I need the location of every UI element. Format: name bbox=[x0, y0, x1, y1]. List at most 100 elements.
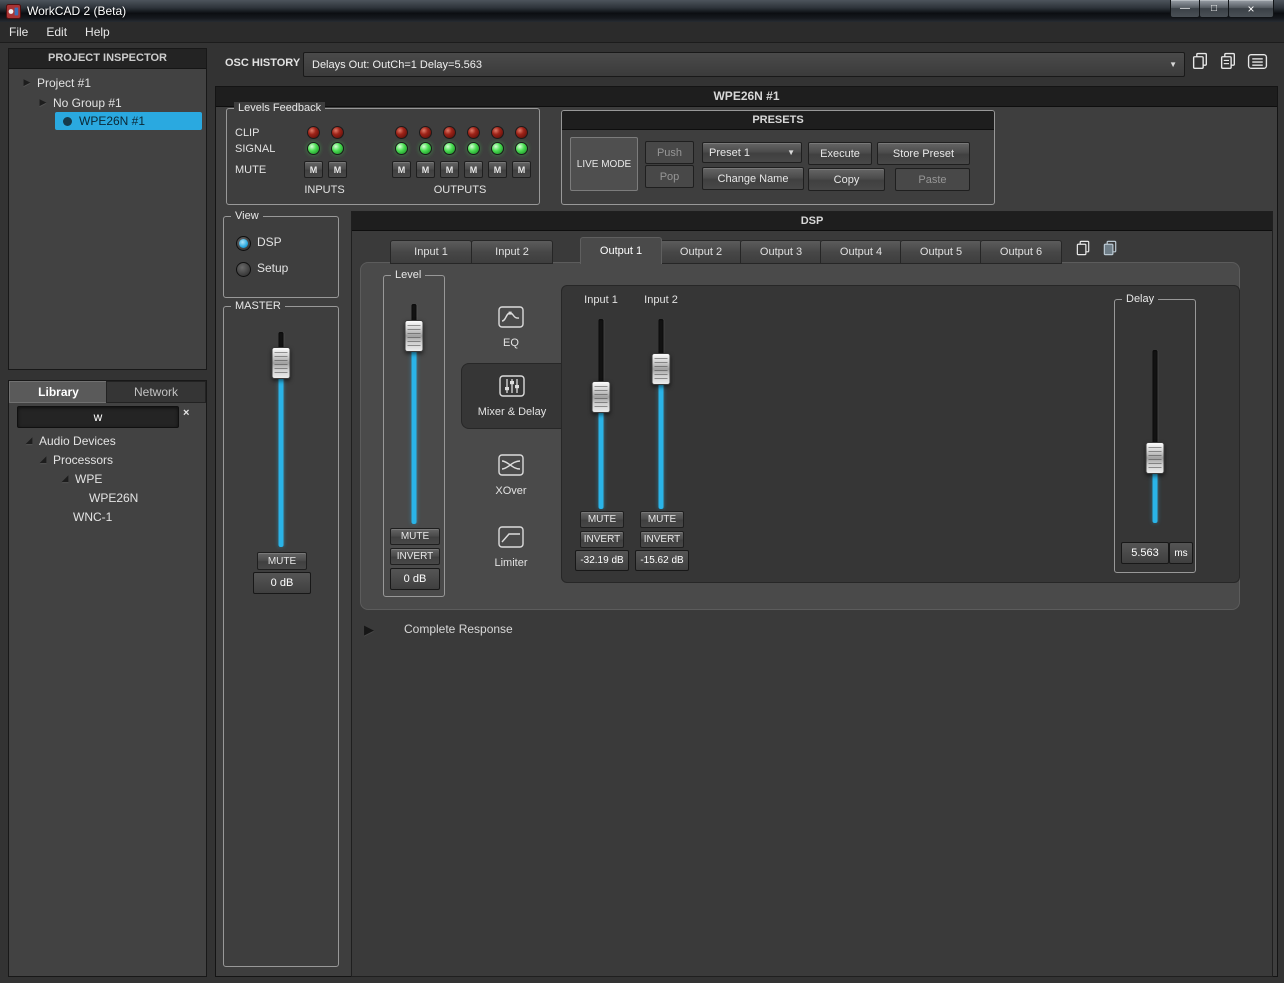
push-button[interactable]: Push bbox=[645, 141, 694, 164]
preset-select[interactable]: Preset 1 ▼ bbox=[702, 142, 802, 163]
tree-item-project[interactable]: ▶ Project #1 bbox=[9, 73, 206, 92]
fader-thumb[interactable] bbox=[405, 320, 424, 352]
tree-item-device-selected[interactable]: WPE26N #1 bbox=[55, 112, 202, 130]
mixer-input1-fader[interactable] bbox=[591, 319, 611, 509]
inputs-label: INPUTS bbox=[277, 184, 372, 197]
expander-collapsed-icon[interactable]: ▶ bbox=[364, 622, 374, 638]
output-mute-m-button[interactable]: M bbox=[416, 161, 435, 178]
menu-file[interactable]: File bbox=[0, 22, 37, 42]
tab-output-6[interactable]: Output 6 bbox=[980, 240, 1062, 264]
radio-setup-label[interactable]: Setup bbox=[257, 262, 288, 275]
fader-thumb[interactable] bbox=[592, 381, 611, 413]
minimize-button[interactable]: — bbox=[1170, 0, 1200, 18]
search-clear-icon[interactable]: × bbox=[183, 407, 189, 419]
library-search-input[interactable] bbox=[17, 406, 179, 428]
level-legend: Level bbox=[391, 269, 425, 282]
mixer-input2-fader[interactable] bbox=[651, 319, 671, 509]
execute-button[interactable]: Execute bbox=[808, 142, 872, 165]
delay-fader[interactable] bbox=[1145, 350, 1165, 523]
tree-collapsed-icon[interactable]: ▶ bbox=[21, 77, 33, 88]
maximize-icon: □ bbox=[1211, 3, 1217, 14]
history-menu-button[interactable] bbox=[1244, 53, 1270, 75]
tab-output-1[interactable]: Output 1 bbox=[580, 237, 662, 264]
store-preset-button[interactable]: Store Preset bbox=[877, 142, 970, 165]
level-invert-button[interactable]: INVERT bbox=[390, 548, 440, 565]
output-mute-m-button[interactable]: M bbox=[440, 161, 459, 178]
maximize-button[interactable]: □ bbox=[1199, 0, 1229, 18]
close-button[interactable]: × bbox=[1228, 0, 1274, 18]
sidetab-mixer-delay[interactable]: Mixer & Delay bbox=[461, 363, 562, 429]
library-panel: Library Network × ◢ Audio Devices ◢ Proc… bbox=[8, 380, 207, 977]
pop-button[interactable]: Pop bbox=[645, 165, 694, 188]
level-mute-button[interactable]: MUTE bbox=[390, 528, 440, 545]
presets-group: PRESETS LIVE MODE Push Pop Preset 1 ▼ Ex… bbox=[561, 110, 995, 205]
fader-thumb[interactable] bbox=[652, 353, 671, 385]
output-signal-led bbox=[419, 142, 432, 155]
tree-expanded-icon[interactable]: ◢ bbox=[37, 454, 49, 465]
sidetab-eq[interactable]: EQ bbox=[461, 291, 561, 363]
tree-item-wnc1[interactable]: WNC-1 bbox=[9, 507, 206, 526]
mixer-input2-mute-button[interactable]: MUTE bbox=[640, 511, 684, 528]
title-bar: WorkCAD 2 (Beta) — □ × bbox=[0, 0, 1284, 22]
chevron-down-icon: ▼ bbox=[787, 148, 795, 157]
radio-dsp-label[interactable]: DSP bbox=[257, 236, 282, 249]
tab-network[interactable]: Network bbox=[106, 381, 206, 403]
tree-item-label: WPE26N #1 bbox=[79, 114, 145, 128]
mixer-input1-gain-value: -32.19 dB bbox=[575, 550, 629, 571]
sidetab-xover[interactable]: XOver bbox=[461, 441, 561, 509]
copy-list-button[interactable] bbox=[1216, 53, 1240, 75]
project-inspector-title: PROJECT INSPECTOR bbox=[9, 49, 206, 69]
master-fader[interactable] bbox=[271, 332, 291, 547]
output-mute-m-button[interactable]: M bbox=[392, 161, 411, 178]
tree-item-wpe26n[interactable]: WPE26N bbox=[9, 488, 206, 507]
tab-output-2[interactable]: Output 2 bbox=[660, 240, 742, 264]
copy-preset-button[interactable]: Copy bbox=[808, 168, 885, 191]
output-level-fader[interactable] bbox=[404, 304, 424, 524]
output-mute-m-button[interactable]: M bbox=[512, 161, 531, 178]
output-mute-m-button[interactable]: M bbox=[488, 161, 507, 178]
level-group: Level MUTE INVERT 0 dB bbox=[383, 275, 445, 597]
paste-channel-button[interactable] bbox=[1099, 241, 1121, 261]
complete-response-label[interactable]: Complete Response bbox=[404, 623, 513, 636]
mixer-input1-mute-button[interactable]: MUTE bbox=[580, 511, 624, 528]
paste-preset-button[interactable]: Paste bbox=[895, 168, 970, 191]
mixer-input2-invert-button[interactable]: INVERT bbox=[640, 531, 684, 548]
tab-input-1[interactable]: Input 1 bbox=[390, 240, 472, 264]
delay-value: 5.563 bbox=[1121, 542, 1169, 564]
radio-dsp[interactable] bbox=[236, 236, 251, 251]
tree-item-audio-devices[interactable]: ◢ Audio Devices bbox=[9, 431, 206, 450]
master-legend: MASTER bbox=[231, 300, 285, 313]
sidetab-limiter[interactable]: Limiter bbox=[461, 513, 561, 581]
mixer-input1-invert-button[interactable]: INVERT bbox=[580, 531, 624, 548]
tab-output-3[interactable]: Output 3 bbox=[740, 240, 822, 264]
menu-help[interactable]: Help bbox=[76, 22, 119, 42]
live-mode-button[interactable]: LIVE MODE bbox=[570, 137, 638, 191]
copy-history-button[interactable] bbox=[1188, 53, 1212, 75]
input-mute-m-button[interactable]: M bbox=[328, 161, 347, 178]
tree-item-label: WPE bbox=[75, 472, 102, 486]
master-mute-button[interactable]: MUTE bbox=[257, 552, 307, 570]
copy-channel-button[interactable] bbox=[1072, 241, 1094, 261]
tab-library[interactable]: Library bbox=[9, 381, 108, 403]
tab-input-2[interactable]: Input 2 bbox=[471, 240, 553, 264]
tree-collapsed-icon[interactable]: ▶ bbox=[37, 97, 49, 108]
fader-fill bbox=[659, 383, 664, 509]
tab-output-5[interactable]: Output 5 bbox=[900, 240, 982, 264]
tab-output-4[interactable]: Output 4 bbox=[820, 240, 902, 264]
tree-expanded-icon[interactable]: ◢ bbox=[59, 473, 71, 484]
radio-setup[interactable] bbox=[236, 262, 251, 277]
levels-feedback-group: Levels Feedback CLIP SIGNAL MUTE M M bbox=[226, 108, 540, 205]
tree-item-group[interactable]: ▶ No Group #1 bbox=[9, 93, 206, 112]
tree-item-processors[interactable]: ◢ Processors bbox=[9, 450, 206, 469]
tree-item-wpe[interactable]: ◢ WPE bbox=[9, 469, 206, 488]
tree-item-label: No Group #1 bbox=[53, 96, 122, 110]
output-mute-m-button[interactable]: M bbox=[464, 161, 483, 178]
fader-thumb[interactable] bbox=[1146, 442, 1165, 474]
input-mute-m-button[interactable]: M bbox=[304, 161, 323, 178]
fader-thumb[interactable] bbox=[272, 347, 291, 379]
menu-edit[interactable]: Edit bbox=[37, 22, 76, 42]
sidetab-label: XOver bbox=[495, 485, 526, 497]
osc-history-dropdown[interactable]: Delays Out: OutCh=1 Delay=5.563 ▼ bbox=[303, 52, 1185, 77]
change-name-button[interactable]: Change Name bbox=[702, 167, 804, 190]
tree-expanded-icon[interactable]: ◢ bbox=[23, 435, 35, 446]
